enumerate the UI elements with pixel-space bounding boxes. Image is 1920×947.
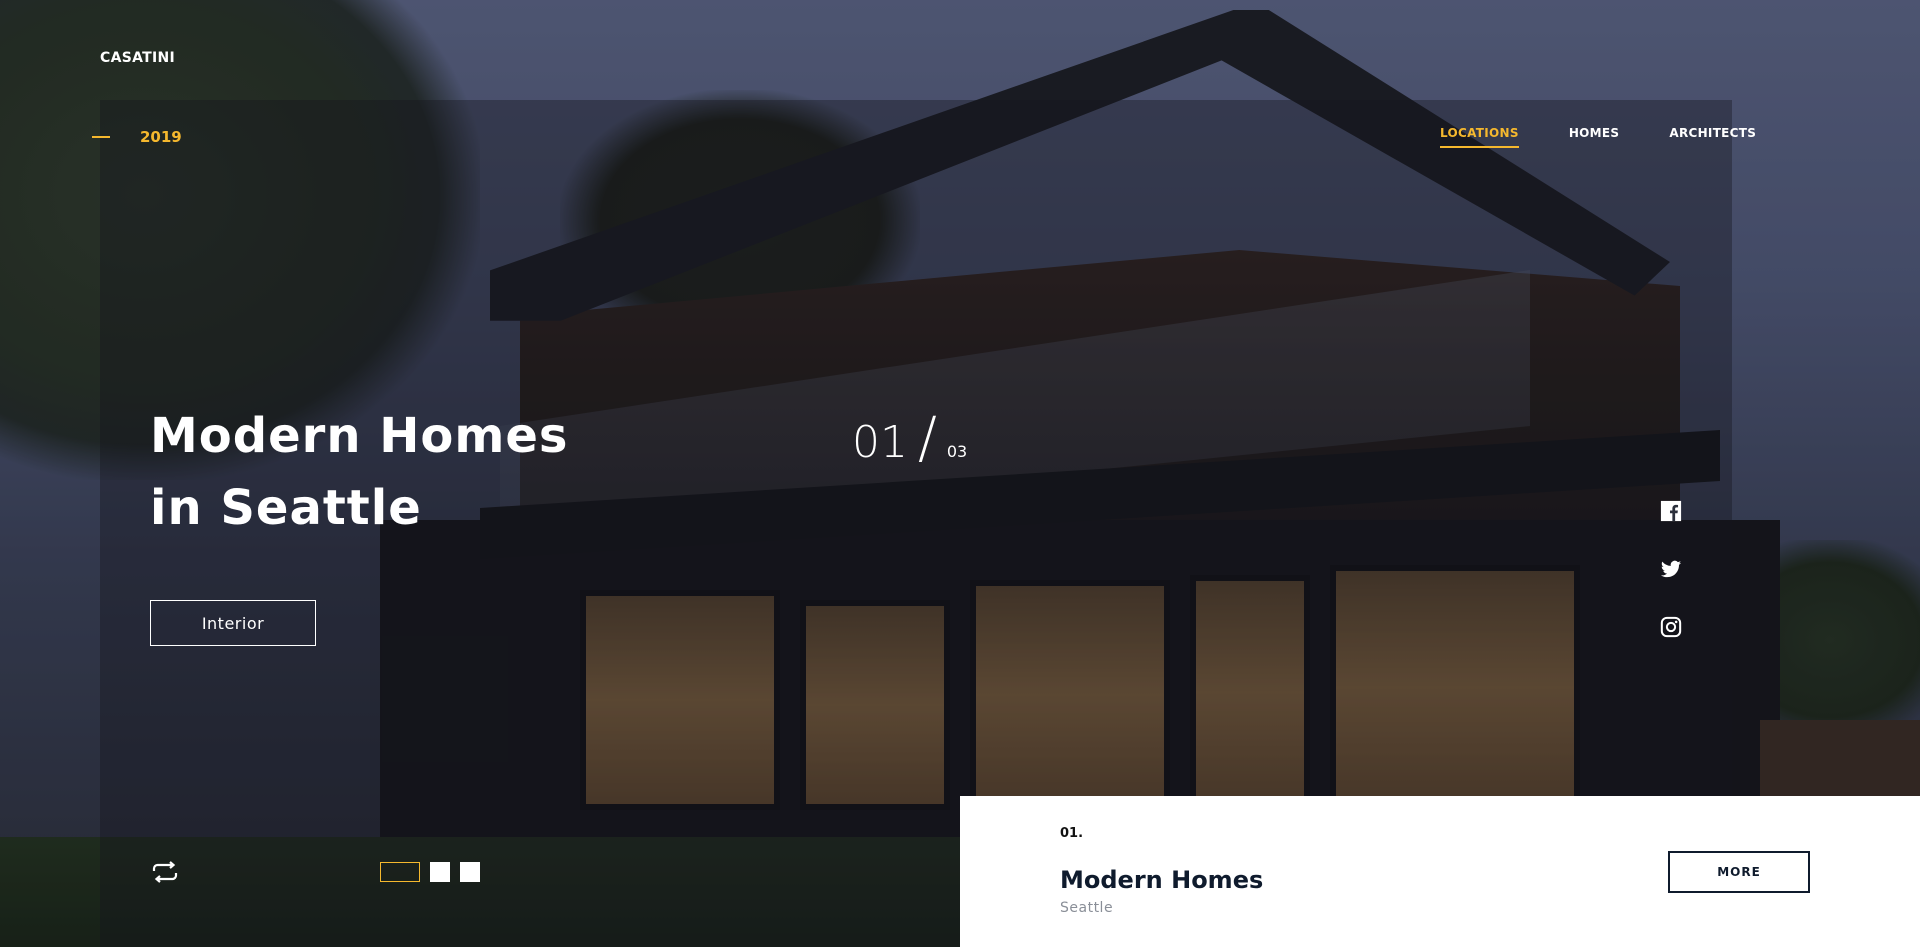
year-indicator: 2019 [92, 128, 182, 146]
year-accent-line [92, 136, 110, 138]
slide-counter-separator: / [918, 406, 937, 471]
more-button[interactable]: MORE [1668, 851, 1810, 893]
interior-button[interactable]: Interior [150, 600, 316, 646]
hero-title-line1: Modern Homes [150, 408, 569, 464]
info-card: 01. Modern Homes Seattle MORE [960, 796, 1920, 947]
nav-item-homes[interactable]: HOMES [1569, 126, 1620, 148]
card-title: Modern Homes [1060, 866, 1264, 894]
card-subtitle: Seattle [1060, 900, 1114, 916]
year-label: 2019 [140, 128, 182, 146]
repeat-icon[interactable] [151, 861, 179, 883]
slide-counter: 01 / 03 [852, 406, 967, 471]
slide-counter-total: 03 [946, 442, 968, 461]
slider-dot-2[interactable] [430, 862, 450, 882]
hero-title: Modern Homes in Seattle [150, 400, 569, 544]
instagram-icon[interactable] [1660, 616, 1682, 638]
facebook-icon[interactable] [1660, 500, 1682, 522]
nav-item-locations[interactable]: LOCATIONS [1440, 126, 1519, 148]
twitter-icon[interactable] [1660, 558, 1682, 580]
slider-dot-3[interactable] [460, 862, 480, 882]
slider-dot-1[interactable] [380, 862, 420, 882]
hero-title-line2: in Seattle [150, 480, 422, 536]
slider-pagination [380, 862, 480, 882]
brand-logo[interactable]: CASATINI [100, 50, 175, 66]
social-links [1660, 500, 1682, 674]
slide-counter-current: 01 [852, 417, 908, 468]
card-number: 01. [1060, 826, 1084, 841]
main-nav: LOCATIONS HOMES ARCHITECTS [1440, 126, 1756, 148]
nav-item-architects[interactable]: ARCHITECTS [1669, 126, 1756, 148]
